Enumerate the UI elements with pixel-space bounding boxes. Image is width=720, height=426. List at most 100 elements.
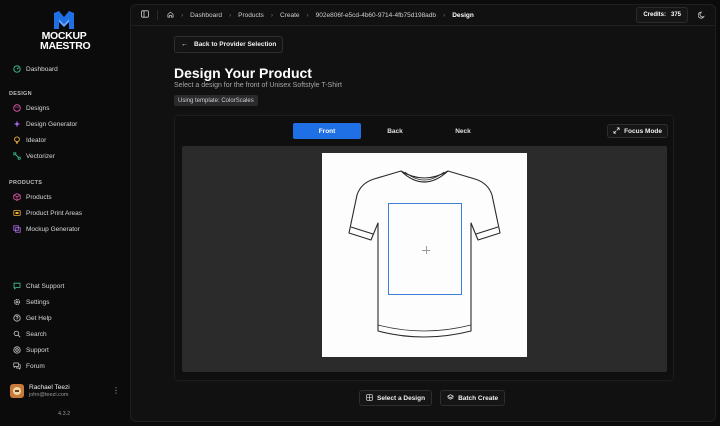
back-button-label: Back to Provider Selection	[194, 41, 277, 48]
nav-products: PRODUCTS Products Product Print Areas Mo…	[8, 177, 124, 237]
user-email: john@teezi.com	[29, 392, 69, 398]
template-badge: Using template: ColorScales	[174, 95, 258, 106]
sparkles-icon	[13, 120, 21, 128]
crosshair-icon	[422, 246, 430, 254]
placement-tabs: Front Back Neck	[293, 123, 497, 139]
breadcrumb-product-id[interactable]: 902e806f-e5cd-4b60-9714-4fb75d198adb	[316, 12, 436, 19]
sidebar-item-products[interactable]: Products	[8, 189, 124, 205]
bottom-actions: Select a Design Batch Create	[359, 390, 513, 406]
chevron-right-icon: ›	[270, 11, 273, 19]
gauge-icon	[13, 65, 21, 73]
nav-bottom: Chat Support Settings Get Help Search Su…	[8, 278, 124, 374]
vector-icon	[13, 152, 21, 160]
sidebar-item-get-help[interactable]: Get Help	[8, 310, 124, 326]
app-version: 4.3.2	[58, 411, 71, 417]
sidebar-item-dashboard[interactable]: Dashboard	[8, 61, 124, 77]
chevron-right-icon: ›	[443, 11, 446, 19]
user-name: Rachael Teezi	[29, 384, 70, 391]
sidebar-item-label: Settings	[26, 298, 50, 306]
page-title: Design Your Product	[174, 65, 312, 81]
sidebar-item-settings[interactable]: Settings	[8, 294, 124, 310]
user-profile[interactable]: Rachael Teezi john@teezi.com ⋮	[10, 384, 120, 398]
print-area[interactable]	[388, 203, 462, 295]
focus-mode-button[interactable]: Focus Mode	[607, 124, 668, 138]
credits-value: 375	[670, 12, 681, 18]
sidebar-item-label: Vectorizer	[26, 152, 55, 160]
sidebar-toggle-icon[interactable]	[141, 10, 149, 20]
select-design-label: Select a Design	[377, 394, 426, 402]
breadcrumb-current: Design	[452, 11, 474, 19]
sidebar-item-design-generator[interactable]: Design Generator	[8, 116, 124, 132]
breadcrumb-create[interactable]: Create	[280, 12, 300, 19]
help-icon	[13, 314, 21, 322]
sidebar-item-product-print-areas[interactable]: Product Print Areas	[8, 205, 124, 221]
nav-top: Dashboard	[8, 61, 124, 77]
search-icon	[13, 330, 21, 338]
sidebar-item-label: Support	[26, 346, 49, 354]
chat-icon	[13, 282, 21, 290]
batch-create-label: Batch Create	[458, 394, 499, 402]
sidebar-item-designs[interactable]: Designs	[8, 100, 124, 116]
sidebar-item-chat-support[interactable]: Chat Support	[8, 278, 124, 294]
chevron-right-icon: ›	[181, 11, 184, 19]
arrow-left-icon: ←	[181, 41, 188, 48]
sidebar-item-label: Get Help	[26, 314, 52, 322]
sidebar: MOCKUP MAESTRO Dashboard DESIGN Designs …	[0, 0, 128, 426]
credits-label: Credits:	[643, 12, 666, 18]
avatar	[10, 384, 24, 398]
select-design-button[interactable]: Select a Design	[359, 390, 433, 406]
breadcrumb: › Dashboard › Products › Create › 902e80…	[167, 11, 474, 20]
brand-name: MOCKUP MAESTRO	[40, 30, 91, 52]
sidebar-item-forum[interactable]: Forum	[8, 358, 124, 374]
sidebar-item-mockup-generator[interactable]: Mockup Generator	[8, 221, 124, 237]
home-icon[interactable]	[167, 11, 174, 20]
credits-badge[interactable]: Credits: 375	[636, 7, 688, 23]
user-info: Rachael Teezi john@teezi.com	[29, 384, 70, 398]
nav-design: DESIGN Designs Design Generator Ideator …	[8, 88, 124, 164]
tab-front[interactable]: Front	[293, 123, 361, 139]
product-canvas[interactable]	[322, 153, 527, 357]
section-label-products: PRODUCTS	[9, 180, 43, 186]
main-panel: › Dashboard › Products › Create › 902e80…	[130, 4, 716, 422]
palette-icon	[13, 104, 21, 112]
grid-icon	[366, 393, 373, 403]
sidebar-item-label: Dashboard	[26, 65, 58, 73]
top-bar: › Dashboard › Products › Create › 902e80…	[131, 5, 715, 26]
tab-neck[interactable]: Neck	[429, 123, 497, 139]
print-area-icon	[13, 209, 21, 217]
box-icon	[13, 193, 21, 201]
page-subtitle: Select a design for the front of Unisex …	[174, 82, 342, 89]
sidebar-item-label: Search	[26, 330, 47, 338]
expand-icon	[613, 127, 620, 136]
chevron-right-icon: ›	[228, 11, 232, 19]
focus-mode-label: Focus Mode	[624, 127, 662, 135]
sidebar-item-label: Mockup Generator	[26, 225, 80, 233]
moon-icon[interactable]	[697, 10, 707, 20]
tab-back[interactable]: Back	[361, 123, 429, 139]
forum-icon	[13, 362, 21, 370]
batch-create-button[interactable]: Batch Create	[440, 390, 506, 406]
sidebar-item-label: Ideator	[26, 136, 47, 144]
sidebar-item-label: Forum	[26, 362, 45, 370]
gear-icon	[13, 298, 21, 306]
section-label-design: DESIGN	[9, 91, 32, 97]
support-icon	[13, 346, 21, 354]
brand-logo[interactable]: MOCKUP MAESTRO	[40, 10, 91, 52]
sidebar-item-label: Products	[26, 193, 52, 201]
sidebar-item-vectorizer[interactable]: Vectorizer	[8, 148, 124, 164]
more-vertical-icon[interactable]: ⋮	[112, 387, 120, 395]
logo-mark-icon	[54, 11, 74, 29]
sidebar-item-label: Chat Support	[26, 282, 65, 290]
lightbulb-icon	[13, 136, 21, 144]
breadcrumb-dashboard[interactable]: Dashboard	[190, 12, 222, 19]
breadcrumb-products[interactable]: Products	[238, 12, 264, 19]
mockup-icon	[13, 225, 21, 233]
sidebar-item-search[interactable]: Search	[8, 326, 124, 342]
sidebar-item-label: Product Print Areas	[26, 209, 82, 217]
design-editor: Front Back Neck Focus Mode	[174, 115, 674, 381]
sidebar-item-support[interactable]: Support	[8, 342, 124, 358]
topbar-divider	[157, 10, 158, 20]
canvas-area	[182, 146, 667, 372]
sidebar-item-ideator[interactable]: Ideator	[8, 132, 124, 148]
back-to-provider-button[interactable]: ← Back to Provider Selection	[174, 36, 284, 53]
